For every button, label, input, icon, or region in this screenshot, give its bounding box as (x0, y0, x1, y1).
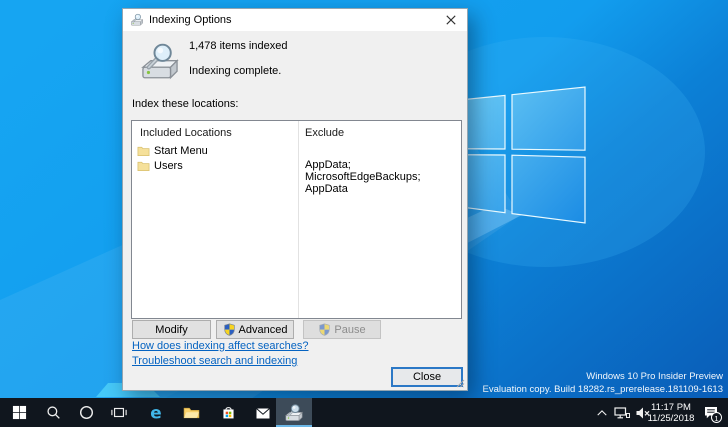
indexing-status-text: Indexing complete. (189, 65, 282, 77)
tray-time: 11:17 PM (651, 401, 691, 413)
start-button[interactable] (6, 398, 32, 427)
taskbar-search-button[interactable] (40, 398, 66, 427)
modify-button[interactable]: Modify (132, 320, 211, 339)
close-icon[interactable] (435, 9, 467, 31)
close-label: Close (412, 371, 442, 383)
indexing-affect-link[interactable]: How does indexing affect searches? (132, 340, 309, 352)
network-tray-button[interactable] (612, 398, 632, 427)
exclude-header[interactable]: Exclude (305, 127, 344, 139)
troubleshoot-link[interactable]: Troubleshoot search and indexing (132, 355, 297, 367)
edge-icon: e (150, 404, 161, 422)
included-locations-header[interactable]: Included Locations (140, 127, 232, 139)
advanced-label: Advanced (238, 323, 288, 336)
pause-label: Pause (334, 323, 366, 336)
indexing-options-icon (284, 403, 304, 423)
network-icon (614, 406, 630, 418)
start-icon (12, 405, 26, 420)
location-exclude: AppData; MicrosoftEdgeBackups; AppData (305, 159, 421, 195)
indexing-options-dialog: Indexing Options 1,478 items indexed Ind… (122, 8, 468, 391)
locations-list: Included Locations Exclude Start Menu Us… (131, 120, 462, 319)
taskbar-indexing-options-button[interactable] (276, 398, 312, 427)
uac-shield-icon (318, 323, 331, 336)
modify-label: Modify (155, 323, 188, 336)
watermark-line1: Windows 10 Pro Insider Preview (586, 371, 723, 382)
list-row[interactable]: Start Menu (132, 143, 461, 158)
dialog-titlebar[interactable]: Indexing Options (123, 9, 467, 31)
task-view-button[interactable] (106, 398, 132, 427)
store-button[interactable] (215, 398, 241, 427)
file-explorer-icon (183, 407, 199, 419)
list-row[interactable]: Users AppData; MicrosoftEdgeBackups; App… (132, 158, 461, 195)
dialog-title: Indexing Options (149, 14, 232, 26)
location-name: Start Menu (154, 144, 208, 157)
indexing-status-icon (139, 41, 181, 83)
search-icon (46, 406, 60, 419)
tray-date: 11/25/2018 (647, 412, 695, 424)
chevron-up-icon (597, 409, 607, 416)
store-icon (222, 406, 234, 418)
uac-shield-icon (223, 323, 236, 336)
task-view-icon (111, 407, 127, 418)
notification-badge[interactable]: 1 (711, 412, 722, 423)
location-name: Users (154, 159, 183, 172)
cortana-icon (79, 405, 93, 420)
advanced-button[interactable]: Advanced (216, 320, 294, 339)
edge-button[interactable]: e (143, 398, 169, 427)
mail-icon (256, 407, 270, 418)
svg-text:e: e (150, 404, 161, 422)
folder-icon (137, 146, 150, 156)
tray-clock[interactable]: 11:17 PM 11/25/2018 (645, 398, 697, 427)
resize-grip[interactable] (455, 378, 465, 388)
close-button[interactable]: Close (391, 367, 463, 387)
watermark-line2: Evaluation copy. Build 18282.rs_prerelea… (482, 383, 723, 395)
items-indexed-text: 1,478 items indexed (189, 40, 288, 52)
file-explorer-button[interactable] (178, 398, 204, 427)
tray-chevron-button[interactable] (594, 398, 610, 427)
cortana-button[interactable] (73, 398, 99, 427)
indexing-options-icon (130, 13, 144, 27)
mail-button[interactable] (250, 398, 276, 427)
evaluation-watermark: Windows 10 Pro Insider Preview Evaluatio… (483, 371, 723, 396)
screen: Windows 10 Pro Insider Preview Evaluatio… (0, 0, 728, 427)
locations-label: Index these locations: (132, 98, 239, 110)
pause-button[interactable]: Pause (303, 320, 381, 339)
taskbar: e 11:17 PM 11/25/2018 1 (0, 398, 728, 427)
folder-icon (137, 161, 150, 171)
